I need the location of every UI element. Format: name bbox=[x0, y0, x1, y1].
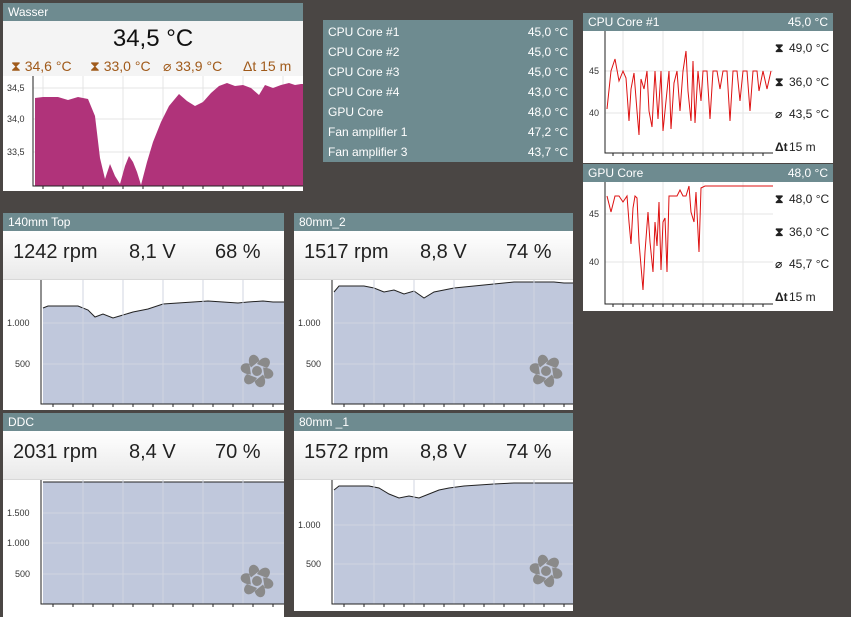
wasser-graph: 34,5 34,0 33,5 bbox=[3, 76, 303, 191]
fan-title: 140mm Top bbox=[3, 213, 284, 231]
fan-rpm: 2031 rpm bbox=[13, 441, 98, 463]
avg-icon: ⌀ bbox=[775, 257, 783, 271]
y-tick: 1.000 bbox=[7, 318, 30, 328]
fan-percent: 68 % bbox=[215, 241, 261, 263]
min-icon: ⧗ bbox=[775, 225, 784, 239]
gpu-core-value: 48,0 °C bbox=[787, 166, 828, 180]
fan-panel-140mm-top: 140mm Top 1242 rpm 8,1 V 68 % 1.000 500 bbox=[3, 213, 284, 410]
fan-panel-80mm-2: 80mm_2 1517 rpm 8,8 V 74 % 1.000 500 bbox=[294, 213, 573, 410]
cpu-avg: ⌀ 43,5 °C bbox=[775, 107, 830, 121]
cpu-max: ⧗ 49,0 °C bbox=[775, 41, 830, 55]
gpu-max: ⧗ 48,0 °C bbox=[775, 192, 830, 206]
wasser-value: 34,5 °C bbox=[112, 25, 194, 52]
avg-icon: ⌀ bbox=[775, 107, 783, 121]
period-icon: Δt bbox=[775, 290, 788, 304]
y-tick: 500 bbox=[15, 569, 30, 579]
list-item: GPU Core 48,0 °C bbox=[328, 105, 568, 119]
list-item: CPU Core #4 43,0 °C bbox=[328, 85, 568, 99]
y-tick: 45 bbox=[589, 209, 599, 219]
fan-percent: 74 % bbox=[506, 241, 552, 263]
y-tick: 40 bbox=[589, 257, 599, 267]
y-tick: 1.000 bbox=[298, 318, 321, 328]
wasser-min: ⧗ 33,0 °C bbox=[90, 58, 151, 74]
fan-rpm: 1572 rpm bbox=[304, 441, 389, 463]
fan-graph: 1.000 500 bbox=[294, 280, 573, 410]
y-tick: 500 bbox=[306, 559, 321, 569]
cpu-core-title: CPU Core #1 bbox=[588, 15, 660, 29]
fan-voltage: 8,8 V bbox=[420, 241, 467, 263]
fan-panel-ddc: DDC 2031 rpm 8,4 V 70 % 1.500 1.000 500 bbox=[3, 413, 284, 617]
fan-title: DDC bbox=[3, 413, 284, 431]
y-tick: 45 bbox=[589, 66, 599, 76]
max-icon: ⧗ bbox=[775, 192, 784, 206]
period-icon: Δt bbox=[243, 58, 257, 74]
cpu-core-value: 45,0 °C bbox=[787, 15, 828, 29]
y-tick: 1.000 bbox=[298, 520, 321, 530]
gpu-core-graph: 45 40 bbox=[589, 182, 773, 307]
fan-voltage: 8,8 V bbox=[420, 441, 467, 463]
list-item: Fan amplifier 3 43,7 °C bbox=[328, 145, 568, 159]
wasser-title: Wasser bbox=[3, 3, 303, 21]
y-tick: 34,5 bbox=[7, 83, 25, 93]
fan-percent: 74 % bbox=[506, 441, 552, 463]
list-item: CPU Core #2 45,0 °C bbox=[328, 45, 568, 59]
y-tick: 1.500 bbox=[7, 508, 30, 518]
y-tick: 500 bbox=[306, 359, 321, 369]
fan-graph: 1.000 500 bbox=[3, 280, 284, 410]
cpu-period: Δt15 m bbox=[775, 140, 816, 154]
avg-icon: ⌀ bbox=[163, 58, 172, 74]
cpu-min: ⧗ 36,0 °C bbox=[775, 75, 830, 89]
y-tick: 40 bbox=[589, 108, 599, 118]
sensor-table: CPU Core #1 45,0 °C CPU Core #2 45,0 °C CP… bbox=[323, 20, 573, 162]
list-item: CPU Core #1 45,0 °C bbox=[328, 25, 568, 39]
gpu-core-panel: GPU Core 48,0 °C 45 40 ⧗ 48,0 °C ⧗ 36,0 °C … bbox=[583, 164, 833, 311]
period-icon: Δt bbox=[775, 140, 788, 154]
fan-graph: 1.000 500 bbox=[294, 480, 573, 611]
min-icon: ⧗ bbox=[775, 75, 784, 89]
gpu-avg: ⌀ 45,7 °C bbox=[775, 257, 830, 271]
fan-graph: 1.500 1.000 500 bbox=[3, 480, 284, 617]
max-icon: ⧗ bbox=[775, 41, 784, 55]
gpu-core-title: GPU Core bbox=[588, 166, 644, 180]
fan-rpm: 1517 rpm bbox=[304, 241, 389, 263]
list-item: CPU Core #3 45,0 °C bbox=[328, 65, 568, 79]
y-tick: 34,0 bbox=[7, 114, 25, 124]
fan-percent: 70 % bbox=[215, 441, 261, 463]
fan-rpm: 1242 rpm bbox=[13, 241, 98, 263]
list-item: Fan amplifier 1 47,2 °C bbox=[328, 125, 568, 139]
y-tick: 33,5 bbox=[7, 147, 25, 157]
fan-voltage: 8,1 V bbox=[129, 241, 176, 263]
wasser-max: ⧗ 34,6 °C bbox=[11, 58, 72, 74]
min-icon: ⧗ bbox=[90, 58, 100, 74]
wasser-period: Δt 15 m bbox=[243, 58, 292, 74]
wasser-avg: ⌀ 33,9 °C bbox=[163, 58, 223, 74]
fan-title: 80mm _1 bbox=[294, 413, 573, 431]
max-icon: ⧗ bbox=[11, 58, 21, 74]
fan-voltage: 8,4 V bbox=[129, 441, 176, 463]
gpu-period: Δt15 m bbox=[775, 290, 816, 304]
wasser-panel: Wasser 34,5 °C ⧗ 34,6 °C ⧗ 33,0 °C ⌀ 33,… bbox=[3, 3, 303, 191]
fan-title: 80mm_2 bbox=[294, 213, 573, 231]
fan-panel-80mm-1: 80mm _1 1572 rpm 8,8 V 74 % 1.000 500 bbox=[294, 413, 573, 611]
cpu-core-graph: 45 40 bbox=[589, 31, 773, 156]
cpu-core-panel: CPU Core #1 45,0 °C 45 40 ⧗ 49,0 °C ⧗ 36,0 … bbox=[583, 13, 833, 163]
y-tick: 1.000 bbox=[7, 538, 30, 548]
gpu-min: ⧗ 36,0 °C bbox=[775, 225, 830, 239]
y-tick: 500 bbox=[15, 359, 30, 369]
